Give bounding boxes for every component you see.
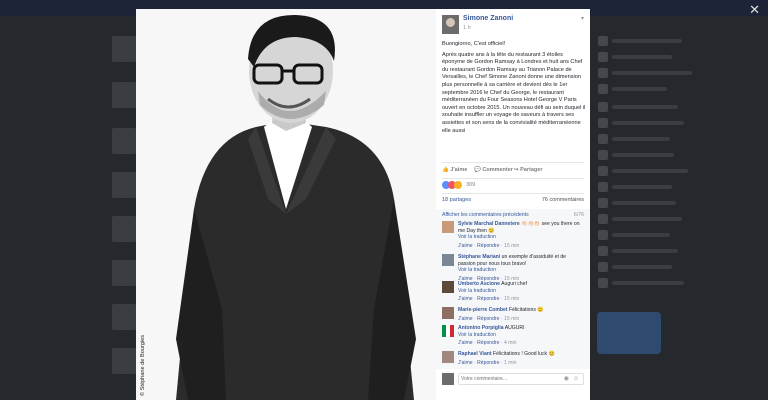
comment-like-link[interactable]: J'aime	[458, 296, 473, 302]
comment-box[interactable]: ◉ ☺	[458, 373, 584, 385]
comment-reply-link[interactable]: Répondre	[477, 360, 499, 366]
comment-input[interactable]	[461, 375, 561, 383]
comment-text: Auguri chef	[501, 281, 527, 287]
comment-time[interactable]: 4 min	[504, 340, 516, 346]
comment-icon: 💬	[474, 167, 481, 173]
commenter-name[interactable]: Stéphane Mariani	[458, 254, 500, 260]
author-name[interactable]: Simone Zanoni	[463, 15, 513, 22]
comments-count[interactable]: 76 commentaires	[542, 197, 584, 203]
comment-composer: ◉ ☺	[442, 373, 584, 385]
background-chat-bubble	[597, 312, 661, 354]
commenter-avatar[interactable]	[442, 221, 454, 233]
comment-reply-link[interactable]: Répondre	[477, 340, 499, 346]
commenter-avatar[interactable]	[442, 325, 454, 337]
comment-time[interactable]: 15 min	[504, 243, 519, 249]
share-button[interactable]: ↪ Partager	[514, 167, 542, 173]
comment-reply-link[interactable]: Répondre	[477, 243, 499, 249]
like-label: J'aime	[450, 167, 468, 173]
post-paragraph: Buongiorno, C'est officiel!	[442, 41, 506, 47]
commenter-name[interactable]: Marie-pierre Combet	[458, 307, 508, 313]
share-label: Partager	[520, 167, 543, 173]
post-time[interactable]: 1 h	[463, 25, 471, 31]
commenter-avatar[interactable]	[442, 254, 454, 266]
post-header: Simone Zanoni 1 h ▾	[442, 15, 584, 37]
my-avatar	[442, 373, 454, 385]
like-button[interactable]: 👍 J'aime	[442, 167, 467, 173]
comments-pager: 6/76	[573, 212, 584, 218]
reactions-count: 309	[466, 182, 476, 188]
divider	[442, 162, 584, 163]
comment-like-link[interactable]: J'aime	[458, 360, 473, 366]
divider	[442, 178, 584, 179]
translate-link[interactable]: Voir la traduction	[458, 267, 584, 274]
like-icon: 👍	[442, 167, 449, 173]
comment-time[interactable]: 15 min	[504, 296, 519, 302]
portrait-illustration	[176, 14, 416, 400]
commenter-name[interactable]: Umberto Ascione	[458, 281, 500, 287]
author-avatar[interactable]	[442, 15, 459, 34]
background-left-column	[106, 16, 136, 400]
chevron-down-icon[interactable]: ▾	[581, 15, 584, 22]
comment-label: Commenter	[482, 167, 513, 173]
post-paragraph: Après quatre ans à la tête du restaurant…	[442, 51, 586, 134]
comment-text: AUGURI	[504, 325, 525, 331]
camera-icon[interactable]: ◉	[564, 375, 569, 383]
comment-like-link[interactable]: J'aime	[458, 340, 473, 346]
post-actions: 👍 J'aime 💬 Commenter ↪ Partager	[442, 166, 584, 176]
comment-button[interactable]: 💬 Commenter	[474, 167, 513, 173]
emoji-icon[interactable]: ☺	[573, 375, 579, 383]
shares-count[interactable]: 18 partages	[442, 197, 471, 203]
divider	[442, 193, 584, 194]
comment-like-link[interactable]: J'aime	[458, 316, 473, 322]
commenter-avatar[interactable]	[442, 281, 454, 293]
translate-link[interactable]: Voir la traduction	[458, 288, 584, 295]
post-text: Buongiorno, C'est officiel! Après quatre…	[442, 41, 586, 135]
post-photo[interactable]	[136, 9, 436, 400]
comment-text: Félicitations ! Good luck 😊	[493, 351, 555, 357]
commenter-name[interactable]: Raphael Viant	[458, 351, 492, 357]
comment-like-link[interactable]: J'aime	[458, 243, 473, 249]
share-icon: ↪	[514, 167, 519, 173]
commenter-avatar[interactable]	[442, 307, 454, 319]
close-icon[interactable]: ✕	[749, 3, 760, 16]
previous-comments-link[interactable]: Afficher les commentaires précédents 6/7…	[442, 212, 584, 218]
comment-reply-link[interactable]: Répondre	[477, 316, 499, 322]
comment-time[interactable]: 15 min	[504, 316, 519, 322]
commenter-avatar[interactable]	[442, 351, 454, 363]
comments-section: Afficher les commentaires précédents 6/7…	[436, 209, 590, 369]
previous-comments-label: Afficher les commentaires précédents	[442, 212, 529, 218]
comment-time[interactable]: 1 min	[504, 360, 516, 366]
post-info-panel: Simone Zanoni 1 h ▾ Buongiorno, C'est of…	[436, 9, 590, 400]
translate-link[interactable]: Voir la traduction	[458, 332, 584, 339]
translate-link[interactable]: Voir la traduction	[458, 234, 584, 241]
commenter-name[interactable]: Antonino Porpiglia	[458, 325, 504, 331]
photo-credit: © Stéphane de Bourgies	[140, 334, 146, 396]
comment-reply-link[interactable]: Répondre	[477, 296, 499, 302]
comment-text: Félicitations 😊	[508, 307, 544, 313]
haha-reaction-icon	[454, 181, 462, 189]
commenter-name[interactable]: Sylvie Marchal Dannetere	[458, 221, 520, 227]
